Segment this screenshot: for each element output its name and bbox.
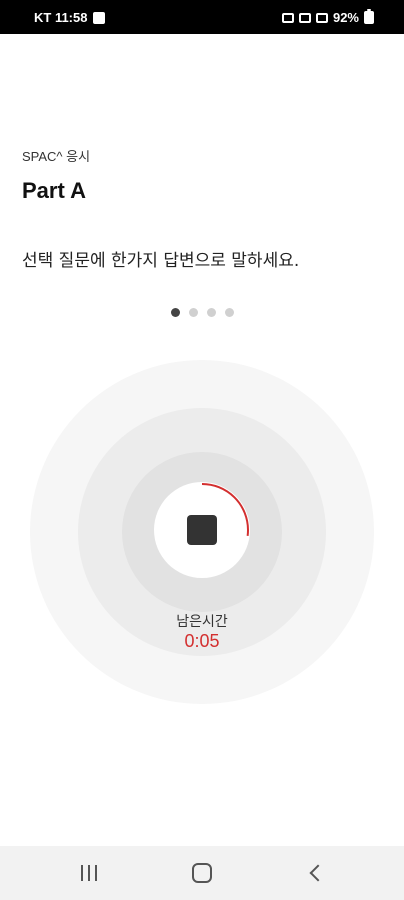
- stop-record-button[interactable]: [154, 482, 250, 578]
- pagination-dots: [171, 308, 234, 317]
- status-bar: KT 11:58 92%: [0, 0, 404, 34]
- carrier-time: KT 11:58: [34, 10, 88, 25]
- recent-apps-icon: [81, 865, 97, 881]
- battery-percent: 92%: [332, 10, 359, 25]
- recent-apps-button[interactable]: [59, 846, 119, 900]
- navigation-bar: [0, 846, 404, 900]
- back-icon: [309, 864, 327, 882]
- signal-icon: [315, 12, 328, 23]
- instruction-text: 선택 질문에 한가지 답변으로 말하세요.: [22, 251, 300, 271]
- mute-icon: [281, 12, 294, 23]
- status-left: KT 11:58: [34, 10, 106, 25]
- status-right: 92%: [281, 9, 374, 25]
- page-title: Part A: [22, 178, 86, 203]
- remaining-time-label: 남은시간: [176, 614, 228, 630]
- remaining-time-value: 0:05: [184, 631, 220, 651]
- page-dot-2: [189, 308, 198, 317]
- gallery-icon: [93, 11, 106, 24]
- page-dot-4: [225, 308, 234, 317]
- back-button[interactable]: [286, 846, 346, 900]
- home-icon: [192, 863, 212, 883]
- stop-icon: [187, 515, 217, 545]
- home-button[interactable]: [172, 846, 232, 900]
- page-subtitle: SPAC^ 응시: [22, 149, 91, 164]
- battery-icon: [364, 9, 374, 24]
- page-dot-1: [171, 308, 180, 317]
- page-dot-3: [207, 308, 216, 317]
- volte-icon: [298, 12, 311, 23]
